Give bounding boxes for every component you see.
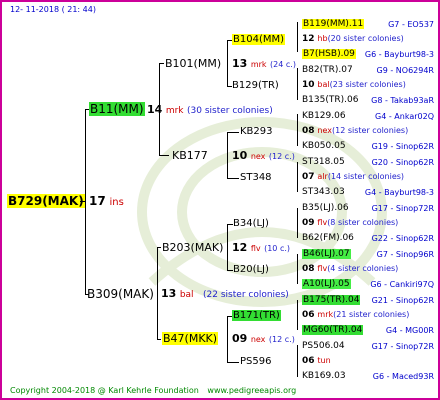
gen5-location: G17 - Sinop72R <box>371 342 434 351</box>
gen3-node-0: B101(MM) <box>165 57 222 70</box>
gen5-stats: 09 flv(8 sister colonies) <box>302 218 399 228</box>
gen5-id: A10(LJ).05 <box>302 279 351 289</box>
gen5-row: ST343.03 <box>302 188 345 197</box>
gen5-location: G17 - Sinop72R <box>371 204 434 213</box>
gen5-stats: 12 hb(20 sister colonies) <box>302 34 404 44</box>
gen5-row: PS506.04 <box>302 342 345 351</box>
gen5-id: ST318.05 <box>302 157 345 167</box>
gen5-stats: 07 alr(14 sister colonies) <box>302 172 405 182</box>
gen5-id: B7(HSB).09 <box>302 49 356 59</box>
gen3-node-1: KB177 <box>172 149 208 162</box>
report-date: 12- 11-2018 ( 21: 44) <box>10 5 96 14</box>
gen5-stats: 08 nex(12 sister colonies) <box>302 126 409 136</box>
gen2-id: B11(MM) <box>89 102 145 116</box>
gen2-stats-1: 13 bal (22 sister colonies) <box>161 287 289 300</box>
root-count: 17 <box>89 194 106 208</box>
gen5-row: KB169.03 <box>302 372 346 381</box>
gen4-node-4: B34(LJ) <box>233 218 269 229</box>
gen5-id: B175(TR).04 <box>302 295 361 305</box>
gen5-row: B46(LJ).07 <box>302 249 351 259</box>
gen5-row: KB129.06 <box>302 112 346 121</box>
gen2-id: B309(MAK) <box>87 287 154 301</box>
gen4-node-7: PS596 <box>240 356 272 367</box>
gen5-row: B62(FM).06 <box>302 234 354 243</box>
gen5-location: G4 - MG00R <box>385 326 434 335</box>
gen5-id: ST343.03 <box>302 187 345 197</box>
gen5-id: KB169.03 <box>302 371 346 381</box>
gen5-id: B82(TR).07 <box>302 65 353 75</box>
gen4-node-0: B104(MM) <box>232 34 286 45</box>
gen5-location: G22 - Sinop62R <box>371 234 434 243</box>
gen5-row: B135(TR).06 <box>302 96 358 105</box>
gen5-row: ST318.05 <box>302 158 345 167</box>
gen5-row: B175(TR).04 <box>302 295 361 305</box>
gen5-location: G6 - Bayburt98-3 <box>364 50 434 59</box>
gen5-row: B82(TR).07 <box>302 66 353 75</box>
gen5-location: G7 - Sinop96R <box>376 250 434 259</box>
gen5-location: G4 - Bayburt98-3 <box>364 188 434 197</box>
gen5-row: B119(MM).11 <box>302 19 365 29</box>
gen5-id: B46(LJ).07 <box>302 249 351 259</box>
gen5-row: A10(LJ).05 <box>302 279 351 289</box>
root-id: B729(MAK) <box>7 194 85 208</box>
gen5-id: KB050.05 <box>302 141 346 151</box>
gen4-node-2: KB293 <box>240 126 273 137</box>
gen5-location: G9 - NO6294R <box>376 66 434 75</box>
gen4-node-6: B171(TR) <box>232 310 281 321</box>
gen4-node-1: B129(TR) <box>232 80 279 91</box>
gen5-stats: 08 flv(4 sister colonies) <box>302 264 399 274</box>
gen5-location: G6 - Cankiri97Q <box>370 280 434 289</box>
gen5-location: G7 - EO537 <box>388 20 434 29</box>
pedigree-frame: 12- 11-2018 ( 21: 44) B729(MAK) 17 ins B… <box>0 0 440 400</box>
gen2-node-0: B11(MM) <box>89 102 145 116</box>
gen2-stats-0: 14 mrk (30 sister colonies) <box>147 103 273 116</box>
gen2-node-1: B309(MAK) <box>87 288 154 300</box>
footer-site: www.pedigreeapis.org <box>207 386 297 395</box>
root-stats: 17 ins <box>89 195 124 208</box>
gen5-row: B7(HSB).09 <box>302 49 356 59</box>
gen5-id: PS506.04 <box>302 341 345 351</box>
gen5-id: B135(TR).06 <box>302 95 359 105</box>
gen5-stats: 10 bal(23 sister colonies) <box>302 80 406 90</box>
gen5-id: KB129.06 <box>302 111 346 121</box>
gen3-stats-0: 13 mrk (24 c.) <box>232 57 296 70</box>
gen5-id: B62(FM).06 <box>302 233 354 243</box>
gen5-stats: 06 tun <box>302 356 331 366</box>
gen3-node-3: B47(MKK) <box>162 332 219 345</box>
gen4-node-3: ST348 <box>240 172 272 183</box>
root-node: B729(MAK) <box>7 194 85 208</box>
gen5-location: G21 - Sinop62R <box>371 296 434 305</box>
gen5-row: KB050.05 <box>302 142 346 151</box>
footer: Copyright 2004-2018 @ Karl Kehrle Founda… <box>10 387 296 395</box>
gen5-id: B119(MM).11 <box>302 19 365 29</box>
root-mark: ins <box>109 197 124 208</box>
gen5-row: B35(LJ).06 <box>302 204 349 213</box>
gen5-location: G4 - Ankar02Q <box>375 112 434 121</box>
gen5-location: G20 - Sinop62R <box>371 158 434 167</box>
gen5-location: G6 - Maced93R <box>372 372 434 381</box>
gen5-stats: 06 mrk(21 sister colonies) <box>302 310 410 320</box>
gen3-stats-2: 12 flv (10 c.) <box>232 241 290 254</box>
gen5-row: MG60(TR).04 <box>302 325 364 335</box>
gen3-stats-1: 10 nex (12 c.) <box>232 149 295 162</box>
gen5-location: G19 - Sinop62R <box>371 142 434 151</box>
gen3-node-2: B203(MAK) <box>162 241 224 254</box>
gen5-location: G8 - Takab93aR <box>371 96 434 105</box>
gen3-stats-3: 09 nex (12 c.) <box>232 332 295 345</box>
gen5-id: B35(LJ).06 <box>302 203 349 213</box>
gen5-id: MG60(TR).04 <box>302 325 364 335</box>
gen4-node-5: B20(LJ) <box>233 264 269 275</box>
footer-copyright: Copyright 2004-2018 @ Karl Kehrle Founda… <box>10 386 199 395</box>
